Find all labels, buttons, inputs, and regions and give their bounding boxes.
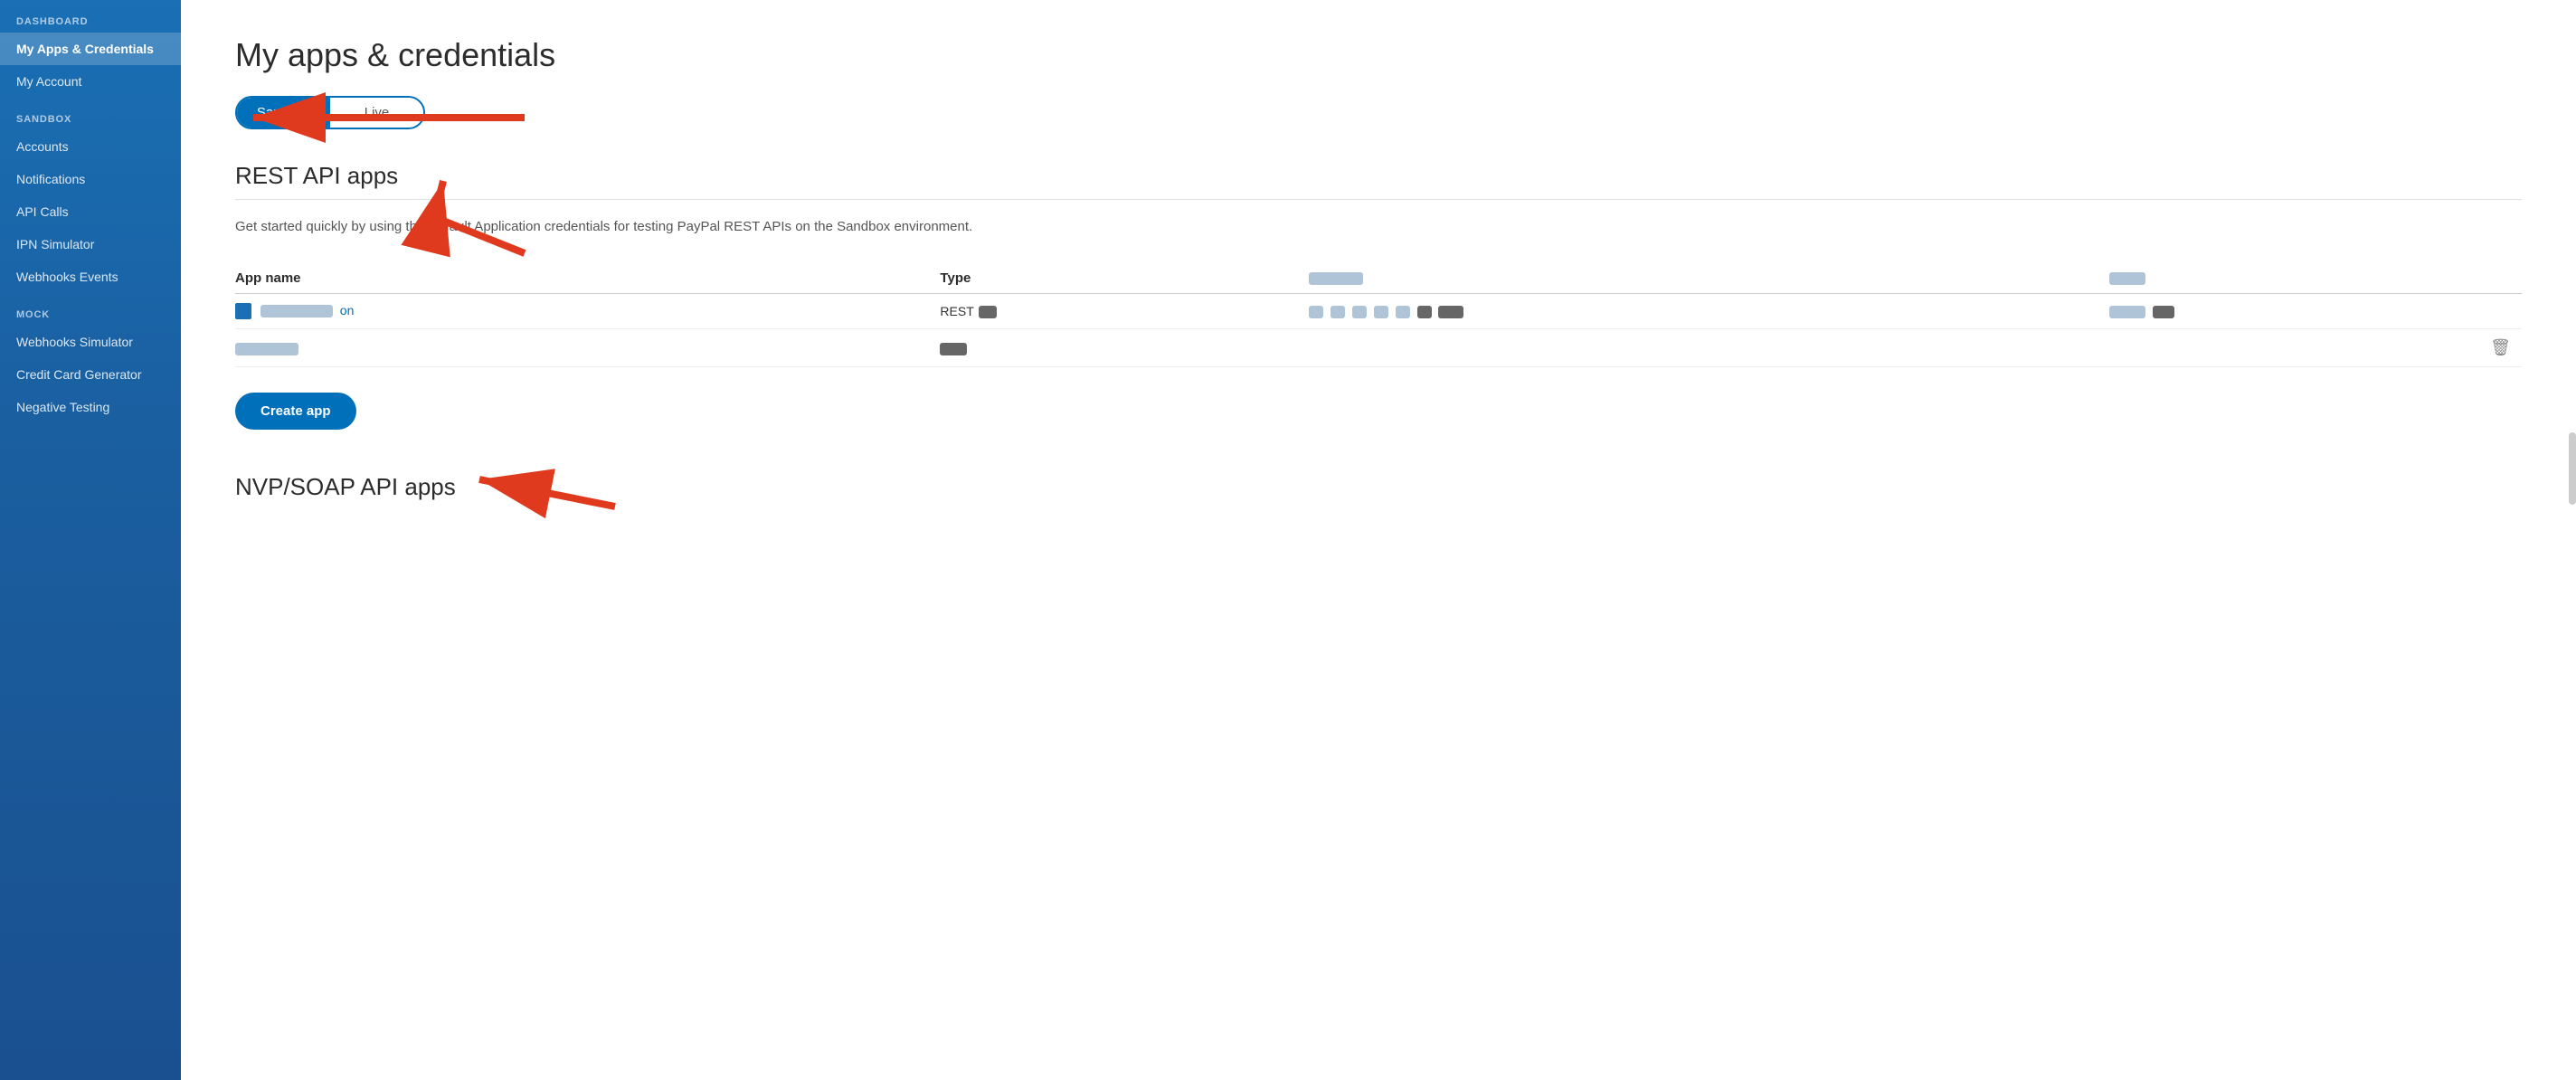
- sandbox-label: SANDBOX: [0, 98, 181, 130]
- app-name-blurred: [260, 305, 333, 317]
- sidebar-section-dashboard: DASHBOARD My Apps & Credentials My Accou…: [0, 0, 181, 98]
- rest-api-description: Get started quickly by using the Default…: [235, 216, 1049, 238]
- sidebar-item-credit-card-generator[interactable]: Credit Card Generator: [0, 358, 181, 391]
- page-title: My apps & credentials: [235, 36, 2522, 74]
- sidebar-item-webhooks-events[interactable]: Webhooks Events: [0, 261, 181, 293]
- app-type-cell: REST: [940, 294, 1309, 329]
- app-name-cell[interactable]: on: [235, 294, 940, 329]
- tab-sandbox[interactable]: Sandbox: [237, 98, 330, 128]
- delete-icon[interactable]: 🗑: [2490, 338, 2511, 356]
- col-type: Type: [940, 263, 1309, 294]
- table-row: on REST: [235, 294, 2522, 329]
- mock-label: MOCK: [0, 293, 181, 326]
- app-name-blurred2: [235, 343, 298, 355]
- dashboard-label: DASHBOARD: [0, 0, 181, 33]
- sidebar-section-sandbox: SANDBOX Accounts Notifications API Calls…: [0, 98, 181, 293]
- app-delete-cell[interactable]: 🗑: [2109, 329, 2522, 367]
- type-blurred: [979, 306, 997, 318]
- tab-live[interactable]: Live: [330, 98, 423, 128]
- sidebar-item-notifications[interactable]: Notifications: [0, 163, 181, 195]
- sidebar-item-my-apps[interactable]: My Apps & Credentials: [0, 33, 181, 65]
- sidebar-item-webhooks-simulator[interactable]: Webhooks Simulator: [0, 326, 181, 358]
- app-name-suffix: on: [340, 303, 355, 317]
- type-blurred2: [940, 343, 967, 355]
- rest-section-divider: [235, 199, 2522, 200]
- col-app-name: App name: [235, 263, 940, 294]
- main-content: My apps & credentials Sandbox Live REST …: [181, 0, 2576, 1080]
- sidebar-item-api-calls[interactable]: API Calls: [0, 195, 181, 228]
- app-name-cell2[interactable]: [235, 329, 940, 367]
- col-extra1: [1309, 263, 2109, 294]
- rest-api-title: REST API apps: [235, 162, 2522, 190]
- sidebar-item-ipn-simulator[interactable]: IPN Simulator: [0, 228, 181, 261]
- col-extra2: [2109, 263, 2522, 294]
- app-col3: [1309, 294, 2109, 329]
- app-col4: [2109, 294, 2522, 329]
- sidebar-item-my-account[interactable]: My Account: [0, 65, 181, 98]
- create-app-button[interactable]: Create app: [235, 393, 356, 430]
- scroll-indicator[interactable]: [2569, 432, 2576, 505]
- sidebar-section-mock: MOCK Webhooks Simulator Credit Card Gene…: [0, 293, 181, 423]
- sidebar: DASHBOARD My Apps & Credentials My Accou…: [0, 0, 181, 1080]
- nvp-soap-title: NVP/SOAP API apps: [235, 473, 2522, 501]
- sidebar-item-negative-testing[interactable]: Negative Testing: [0, 391, 181, 423]
- app-icon: [235, 303, 251, 319]
- table-row: 🗑: [235, 329, 2522, 367]
- app-table: App name Type on REST: [235, 263, 2522, 367]
- tab-switcher: Sandbox Live: [235, 96, 425, 129]
- app-type-cell2: [940, 329, 1309, 367]
- app-col3-2: [1309, 329, 2109, 367]
- sidebar-item-accounts[interactable]: Accounts: [0, 130, 181, 163]
